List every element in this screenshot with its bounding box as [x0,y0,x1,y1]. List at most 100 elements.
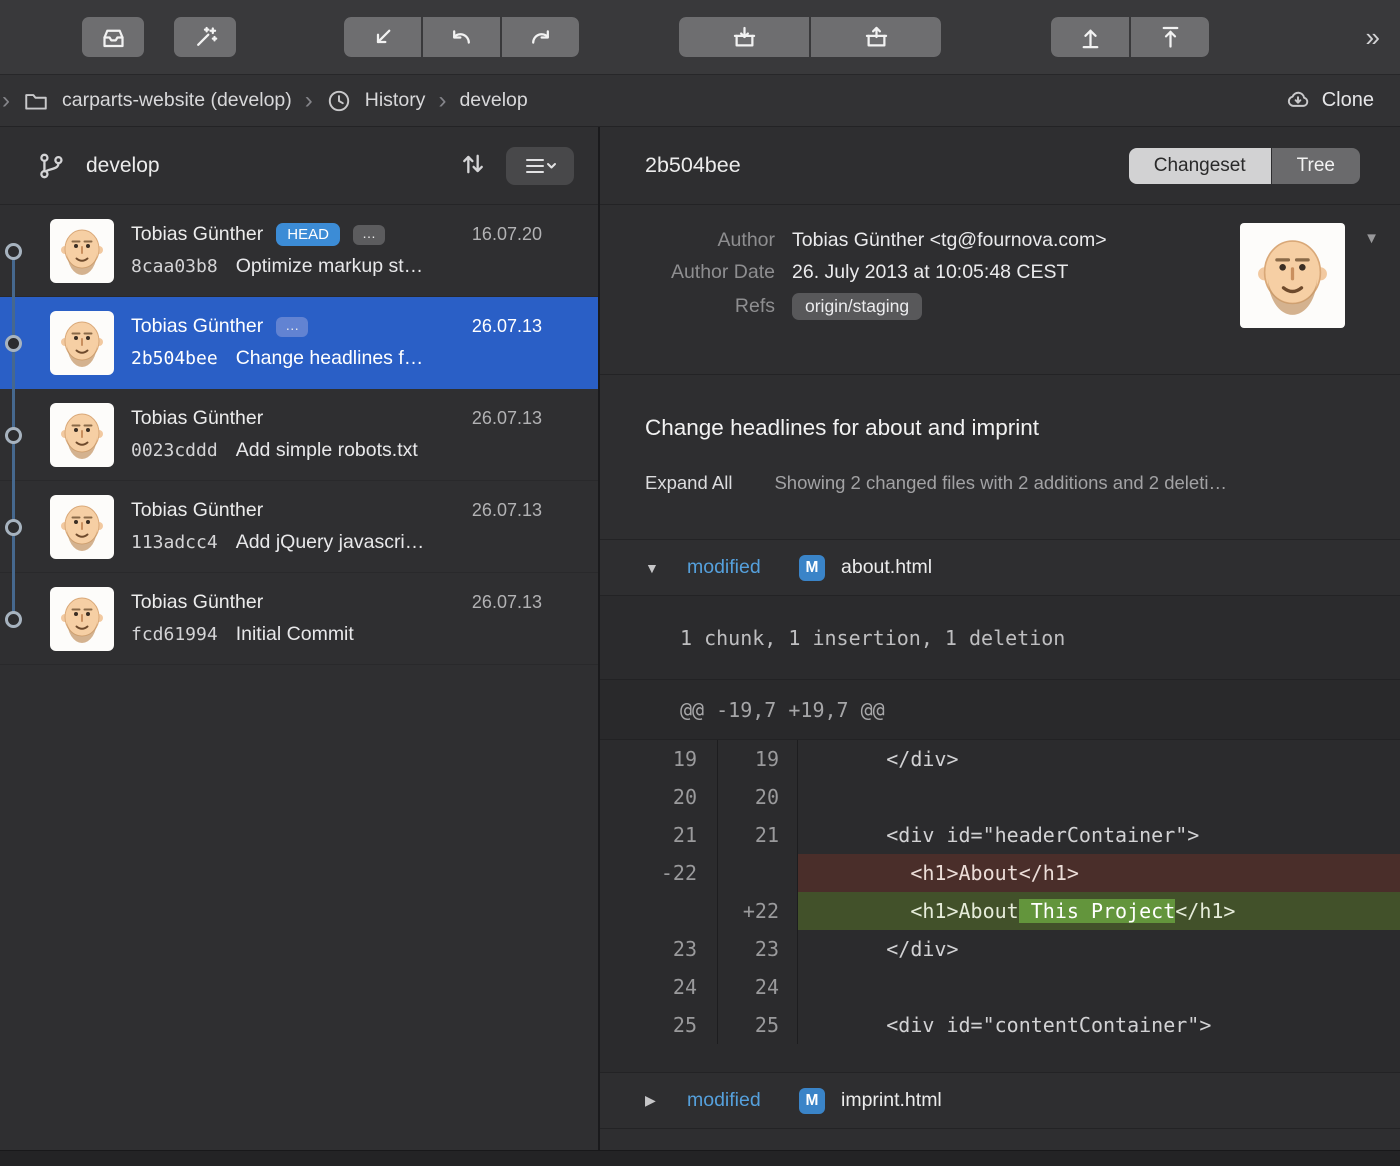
inline-change-highlight: This Project [1019,899,1176,923]
chevron-right-icon: › [305,89,313,113]
commit-hash: 8caa03b8 [131,256,218,277]
old-line-number: -22 [600,854,718,892]
old-line-number: 24 [600,968,718,1006]
code-line [798,778,1400,816]
breadcrumb-history[interactable]: History [365,89,426,112]
new-line-number: 20 [718,778,798,816]
avatar-menu-caret[interactable]: ▼ [1358,229,1385,248]
author-label: Author [600,229,775,252]
commit-message: Add simple robots.txt [236,439,418,462]
author-avatar [1240,223,1345,328]
clone-label: Clone [1322,89,1374,112]
more-refs-badge[interactable]: … [353,225,385,245]
commit-text: Tobias Günther 26.07.13 113adcc4 Add jQu… [131,499,598,554]
commit-text: Tobias Günther 26.07.13 0023cddd Add sim… [131,407,598,462]
open-repo-button[interactable] [82,17,144,57]
commit-message-title: Change headlines for about and imprint [645,415,1360,441]
diff-line-deletion: -22 <h1>About</h1> [600,854,1400,892]
commit-row-selected[interactable]: Tobias Günther … 26.07.13 2b504bee Chang… [0,297,598,389]
commit-message: Add jQuery javascri… [236,531,425,554]
commit-message-section: Change headlines for about and imprint E… [600,375,1400,540]
folder-icon [23,88,49,114]
detail-panel-spacer [600,1129,1400,1150]
commit-date: 26.07.13 [472,408,542,429]
toolbar-overflow-chevrons[interactable]: » [1366,22,1378,53]
merge-button[interactable] [344,17,421,57]
toolbar: » [0,0,1400,75]
push-button[interactable] [1051,17,1129,57]
old-line-number: 23 [600,930,718,968]
commit-message: Initial Commit [236,623,354,646]
disclosure-triangle-expanded[interactable]: ▼ [645,560,669,576]
tab-changeset[interactable]: Changeset [1129,148,1271,184]
commit-list: Tobias Günther HEAD … 16.07.20 8caa03b8 … [0,205,598,1150]
commit-row[interactable]: Tobias Günther 26.07.13 0023cddd Add sim… [0,389,598,481]
expand-all-button[interactable]: Expand All [645,472,732,494]
diff-line-context: 23 23 </div> [600,930,1400,968]
pull-branch-button[interactable] [423,17,500,57]
stash-save-icon [731,24,758,51]
quick-actions-button[interactable] [174,17,236,57]
commit-hash: fcd61994 [131,624,218,645]
commit-message: Optimize markup st… [236,255,423,278]
stash-save-button[interactable] [679,17,809,57]
compare-arrows-icon [458,150,488,178]
avatar [50,219,114,283]
diff-line-addition: +22 <h1>About This Project</h1> [600,892,1400,930]
commit-hash: 2b504bee [131,348,218,369]
hunk-header-row: @@ -19,7 +19,7 @@ [600,680,1400,740]
diff-line-context: 24 24 [600,968,1400,1006]
commit-date: 16.07.20 [472,224,542,245]
curved-arrow-right-icon [527,24,554,51]
history-panel-header: develop [0,127,598,205]
code-line [798,968,1400,1006]
new-line-number: 21 [718,816,798,854]
changes-summary: Showing 2 changed files with 2 additions… [774,472,1227,494]
more-refs-badge[interactable]: … [276,317,308,337]
push-up-icon [1077,24,1104,51]
head-badge: HEAD [276,223,340,246]
breadcrumb-branch[interactable]: develop [459,89,527,112]
file-row-about[interactable]: ▼ modified M about.html [600,540,1400,596]
git-branch-icon [38,152,66,180]
new-line-number: +22 [718,892,798,930]
commit-message: Change headlines f… [236,347,424,370]
commit-text: Tobias Günther HEAD … 16.07.20 8caa03b8 … [131,223,598,278]
clone-button[interactable]: Clone [1285,88,1374,114]
list-menu-icon [523,155,557,177]
new-line-number [718,854,798,892]
avatar [50,495,114,559]
list-options-button[interactable] [506,147,574,185]
history-panel: develop [0,127,600,1150]
code-line: <div id="headerContainer"> [798,816,1400,854]
compare-button[interactable] [458,150,488,181]
tab-tree[interactable]: Tree [1272,148,1360,184]
force-push-button[interactable] [1131,17,1209,57]
commit-row[interactable]: Tobias Günther 26.07.13 113adcc4 Add jQu… [0,481,598,573]
chunk-summary-row: 1 chunk, 1 insertion, 1 deletion [600,596,1400,680]
detail-header: 2b504bee Changeset Tree [600,127,1400,205]
modified-badge: M [799,555,825,581]
disclosure-triangle-collapsed[interactable]: ▶ [645,1092,669,1109]
ref-badge[interactable]: origin/staging [792,293,922,320]
diff-line-context: 20 20 [600,778,1400,816]
breadcrumb-repo[interactable]: carparts-website (develop) [62,89,292,112]
new-line-number: 25 [718,1006,798,1044]
commit-text: Tobias Günther 26.07.13 fcd61994 Initial… [131,591,598,646]
file-status: modified [687,556,773,579]
breadcrumb: › carparts-website (develop) › History ›… [0,75,1400,127]
cherry-pick-button[interactable] [502,17,579,57]
commit-author: Tobias Günther [131,407,263,430]
diff-line-context: 25 25 <div id="contentContainer"> [600,1006,1400,1044]
commit-row[interactable]: Tobias Günther HEAD … 16.07.20 8caa03b8 … [0,205,598,297]
refs-label: Refs [600,295,775,318]
old-line-number: 19 [600,740,718,778]
author-value: Tobias Günther <tg@fournova.com> [792,229,1107,252]
commit-row[interactable]: Tobias Günther 26.07.13 fcd61994 Initial… [0,573,598,665]
cloud-download-icon [1285,88,1311,114]
file-row-imprint[interactable]: ▶ modified M imprint.html [600,1073,1400,1129]
old-line-number: 20 [600,778,718,816]
stash-apply-icon [863,24,890,51]
stash-apply-button[interactable] [811,17,941,57]
status-bar [0,1150,1400,1166]
